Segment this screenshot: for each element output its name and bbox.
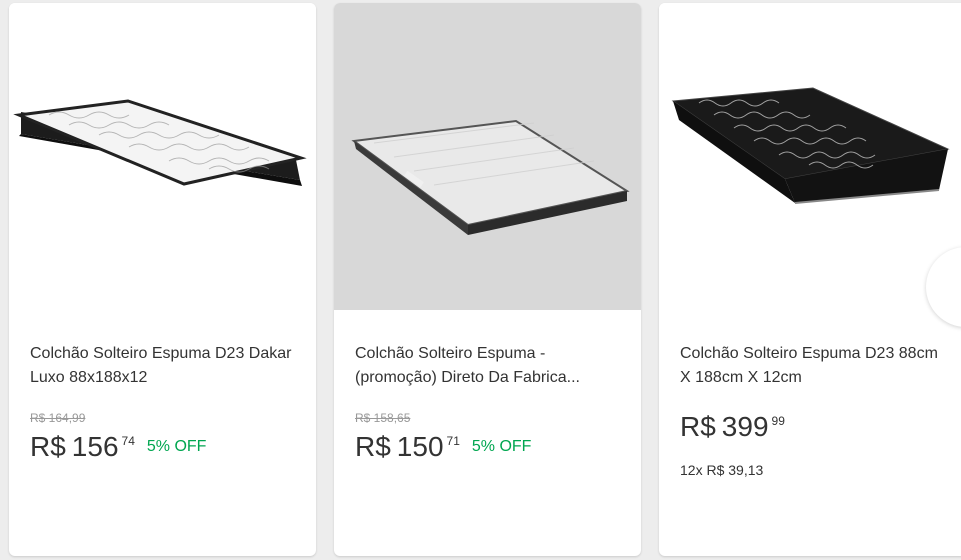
price-cents: 71 (446, 434, 460, 448)
mattress-image (351, 119, 630, 235)
product-title[interactable]: Colchão Solteiro Espuma D23 88cm X 188cm… (680, 342, 950, 390)
product-title[interactable]: Colchão Solteiro Espuma D23 Dakar Luxo 8… (30, 342, 300, 390)
original-price: R$ 158,65 (355, 411, 411, 425)
price-currency: R$ (355, 431, 391, 462)
price: R$ 399 99 (680, 409, 785, 445)
product-image[interactable] (9, 3, 316, 310)
product-image[interactable] (334, 3, 641, 310)
price: R$ 150 71 5% OFF (355, 429, 531, 465)
product-title[interactable]: Colchão Solteiro Espuma - (promoção) Dir… (355, 342, 625, 390)
product-card[interactable]: Colchão Solteiro Espuma - (promoção) Dir… (334, 3, 641, 556)
product-carousel: Colchão Solteiro Espuma D23 Dakar Luxo 8… (0, 0, 961, 560)
price-integer: 156 (71, 431, 119, 462)
mattress-image (671, 87, 950, 204)
product-image[interactable] (659, 3, 961, 310)
price-cents: 99 (771, 414, 785, 428)
discount-badge: 5% OFF (146, 438, 207, 455)
discount-badge: 5% OFF (471, 438, 532, 455)
price: R$ 156 74 5% OFF (30, 429, 206, 465)
price-integer: 399 (721, 411, 769, 442)
original-price: R$ 164,99 (30, 411, 86, 425)
price-integer: 150 (396, 431, 444, 462)
price-currency: R$ (680, 411, 716, 442)
price-currency: R$ (30, 431, 66, 462)
product-card[interactable]: Colchão Solteiro Espuma D23 Dakar Luxo 8… (9, 3, 316, 556)
mattress-image (13, 99, 307, 186)
product-card[interactable]: Colchão Solteiro Espuma D23 88cm X 188cm… (659, 3, 961, 556)
installments-text: 12x R$ 39,13 (680, 462, 764, 478)
price-cents: 74 (121, 434, 135, 448)
